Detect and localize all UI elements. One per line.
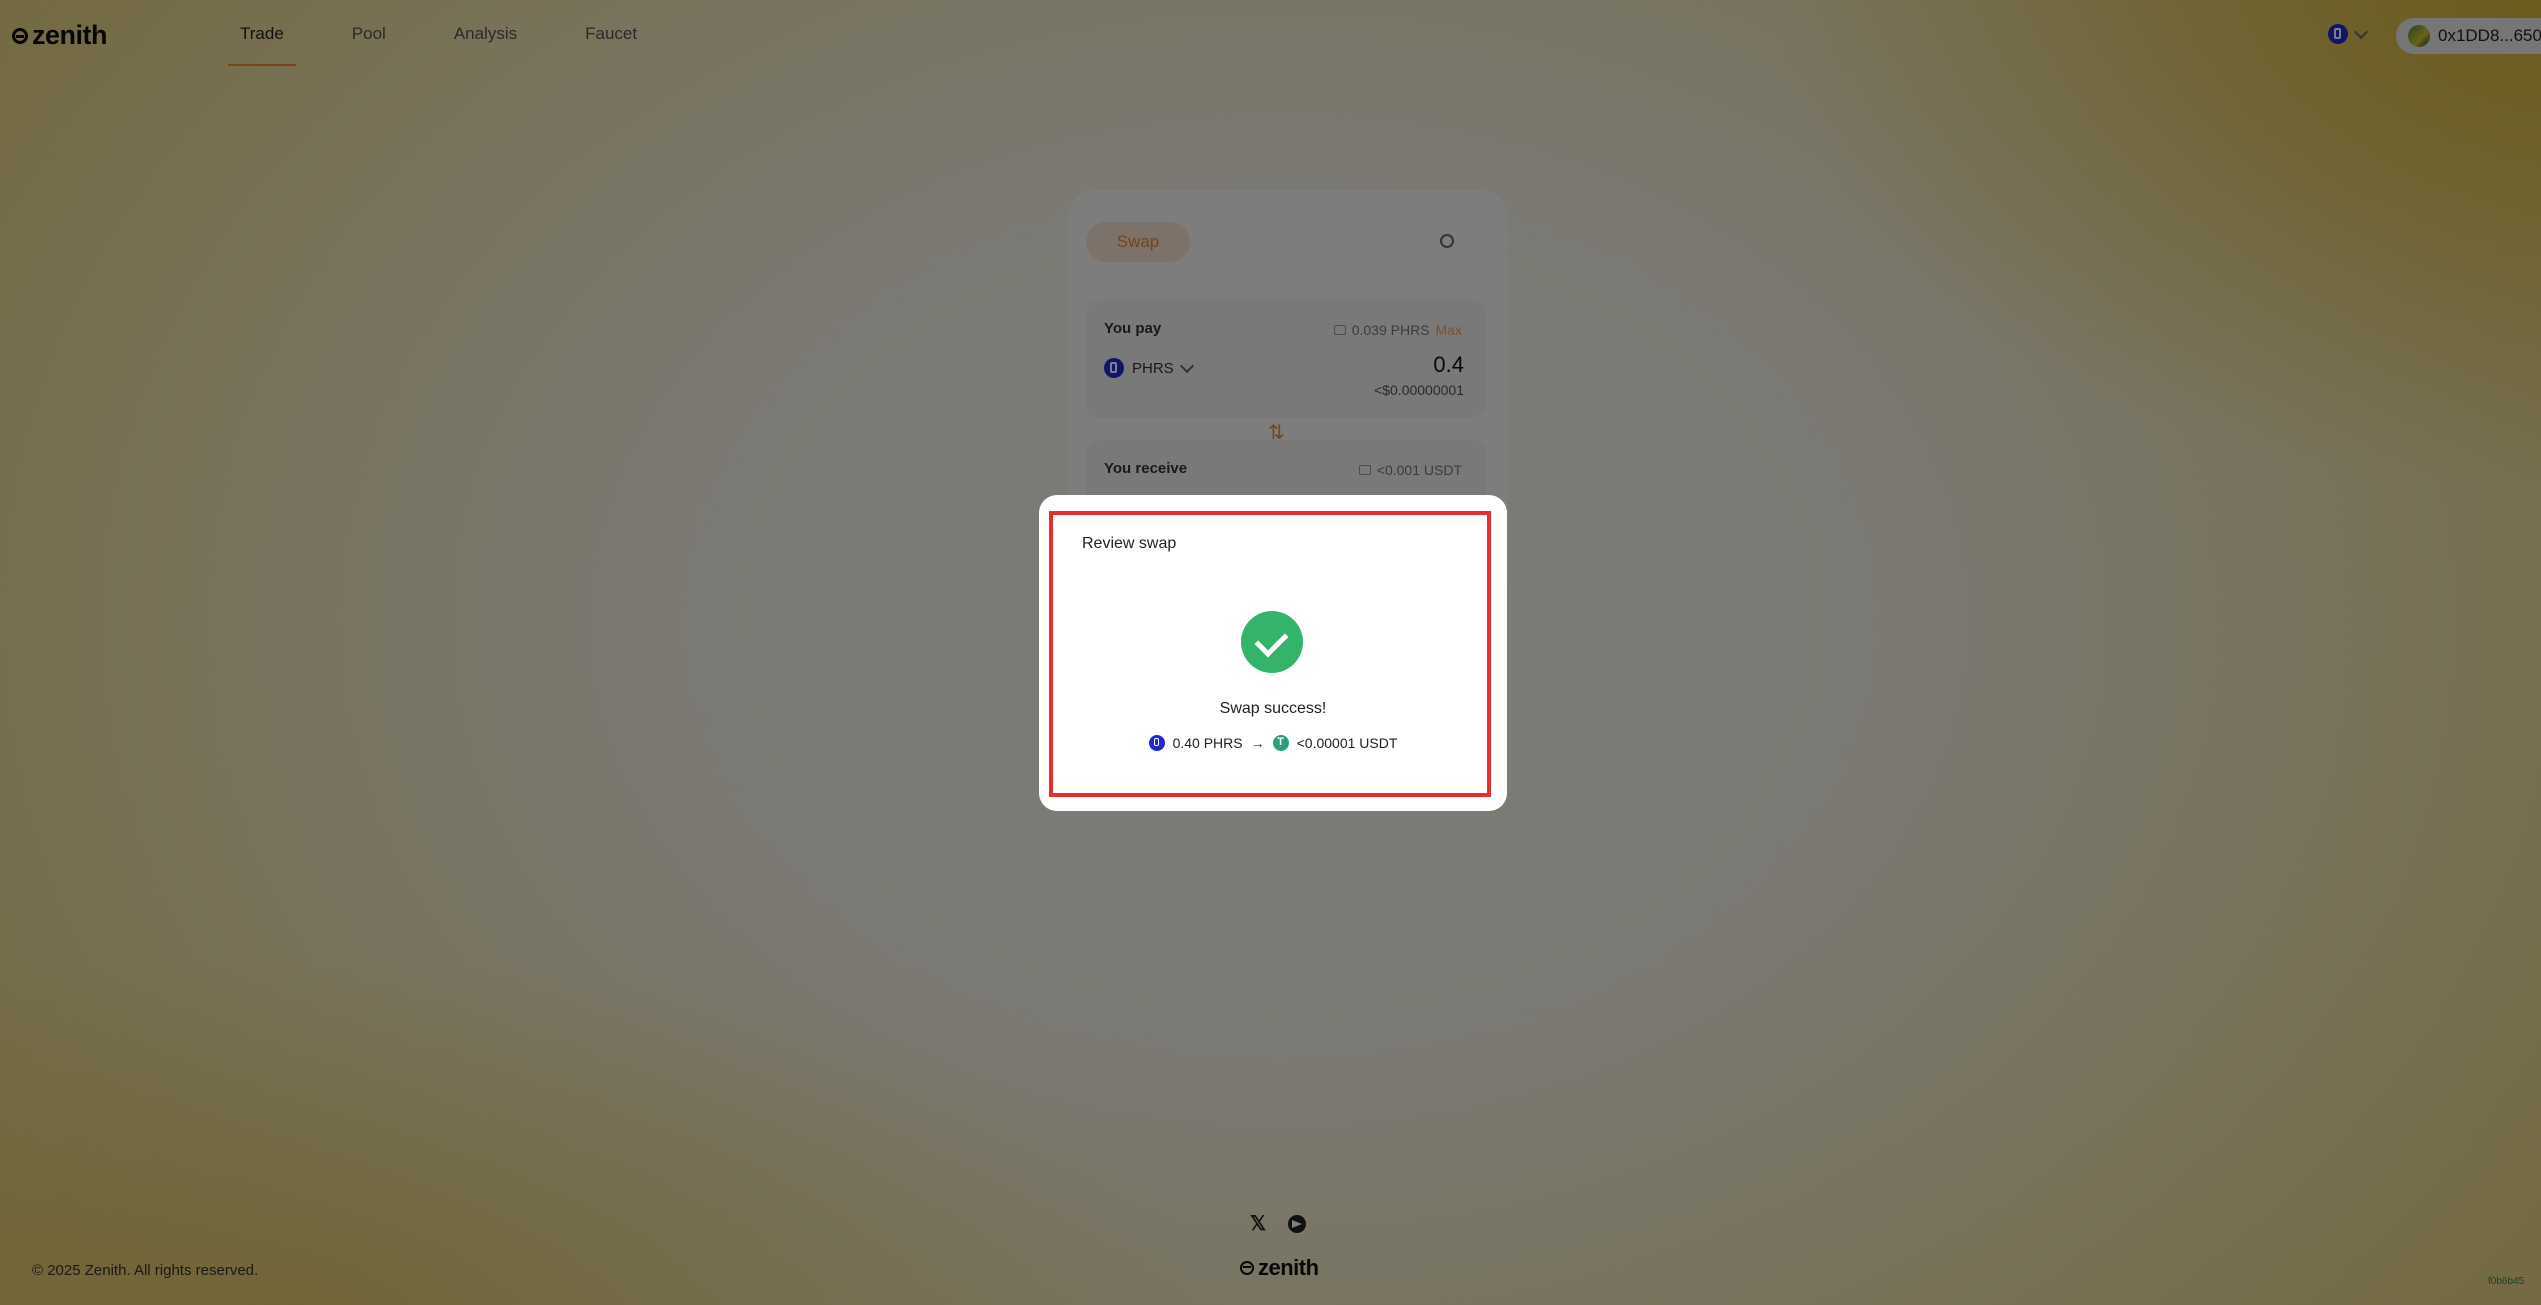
success-message: Swap success!	[1219, 700, 1327, 717]
success-check-icon	[1241, 611, 1303, 673]
modal-title: Review swap	[1082, 535, 1177, 552]
usdt-token-icon	[1272, 735, 1289, 751]
arrow-right-icon: →	[1250, 735, 1265, 751]
review-swap-modal: Review swap Swap success! 0.40 PHRS → <0…	[1039, 495, 1507, 811]
to-amount: <0.00001 USDT	[1296, 735, 1398, 751]
swap-summary: 0.40 PHRS → <0.00001 USDT	[1039, 735, 1507, 751]
from-amount: 0.40 PHRS	[1172, 735, 1243, 751]
phrs-token-icon	[1148, 735, 1165, 751]
